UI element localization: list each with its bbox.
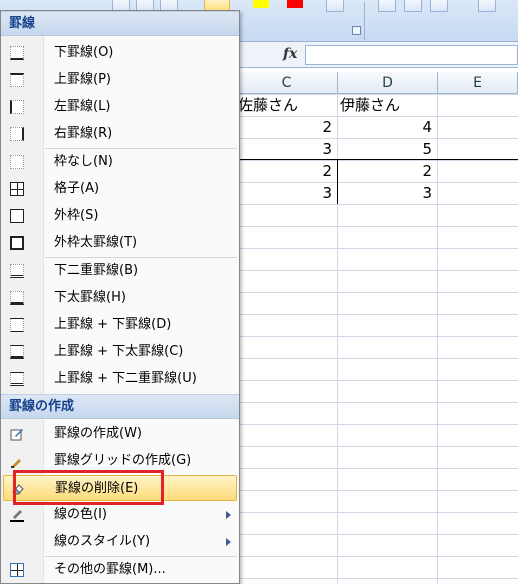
menu-item-label: 下罫線(O) [54,45,114,60]
cell-c5[interactable]: 3 [236,182,338,204]
menu-item-label: 下太罫線(H) [54,290,126,305]
menu-item-more-borders[interactable]: その他の罫線(M)... [3,557,237,583]
cell-d1[interactable]: 伊藤さん [338,94,438,116]
menu-item-thick-bottom-border[interactable]: 下太罫線(H) [3,285,237,311]
top-double-bottom-border-icon [10,372,24,386]
insert-function-icon[interactable]: fx [283,46,297,62]
top-thick-bottom-border-icon [10,345,24,359]
menu-item-outside-borders[interactable]: 外枠(S) [3,203,237,229]
border-top-icon [10,73,24,87]
menu-item-label: 上罫線(P) [54,72,111,87]
border-left-icon [10,100,24,114]
cell-d3[interactable]: 5 [338,138,438,160]
thick-bottom-border-icon [10,291,24,305]
menu-item-bottom-double-border[interactable]: 下二重罫線(B) [3,258,237,284]
menu-item-label: 格子(A) [54,181,100,196]
menu-item-label: 上罫線 + 下太罫線(C) [54,344,184,359]
menu-item-top-bottom-border[interactable]: 上罫線 + 下罫線(D) [3,312,237,338]
column-header-c[interactable]: C [236,72,338,94]
cell-c3[interactable]: 3 [236,138,338,160]
menu-item-label: 枠なし(N) [54,154,113,169]
menu-item-bottom-border[interactable]: 下罫線(O) [3,40,237,66]
draw-border-icon [10,427,24,441]
cell-d4[interactable]: 2 [338,160,438,182]
border-bottom-icon [10,46,24,60]
menu-item-top-double-bottom-border[interactable]: 上罫線 + 下二重罫線(U) [3,366,237,392]
menu-item-line-color[interactable]: 線の色(I) [3,502,237,528]
cell-d5[interactable]: 3 [338,182,438,204]
menu-item-label: 上罫線 + 下二重罫線(U) [54,371,197,386]
menu-item-thick-box-border[interactable]: 外枠太罫線(T) [3,230,237,256]
menu-section-draw-borders: 罫線の作成 [1,394,239,419]
menu-item-label: 罫線の作成(W) [54,426,142,441]
line-style-icon [10,535,24,549]
font-color-swatch[interactable] [287,0,303,8]
thick-box-border-icon [10,236,24,250]
submenu-arrow-icon [226,511,231,519]
all-borders-icon [10,182,24,196]
menu-item-right-border[interactable]: 右罫線(R) [3,121,237,147]
top-bottom-border-icon [10,318,24,332]
menu-item-label: 上罫線 + 下罫線(D) [54,317,172,332]
align-middle-button[interactable] [404,0,422,12]
menu-item-draw-border[interactable]: 罫線の作成(W) [3,421,237,447]
menu-item-label: その他の罫線(M)... [54,562,166,577]
ribbon-separator [364,2,365,40]
cell-d2[interactable]: 4 [338,116,438,138]
menu-item-label: 外枠(S) [54,208,99,223]
menu-item-label: 下二重罫線(B) [54,263,139,278]
menu-section-borders: 罫線 [1,11,239,36]
menu-item-top-border[interactable]: 上罫線(P) [3,67,237,93]
border-right-icon [10,127,24,141]
menu-item-no-border[interactable]: 枠なし(N) [3,149,237,175]
menu-item-label: 線の色(I) [54,507,107,522]
cell-border-line [236,159,518,160]
no-border-icon [10,155,24,169]
more-borders-icon [10,563,24,577]
bottom-double-border-icon [10,264,24,278]
align-bottom-button[interactable] [430,0,448,12]
menu-item-label: 左罫線(L) [54,99,111,114]
draw-border-grid-icon [10,454,24,468]
column-header-d[interactable]: D [338,72,438,94]
increase-font-button[interactable] [326,0,344,12]
column-header-e[interactable]: E [438,72,518,94]
menu-item-top-thick-bottom-border[interactable]: 上罫線 + 下太罫線(C) [3,339,237,365]
submenu-arrow-icon [226,538,231,546]
menu-item-line-style[interactable]: 線のスタイル(Y) [3,529,237,555]
fill-color-swatch[interactable] [253,0,269,8]
formula-input[interactable] [305,45,518,65]
menu-item-left-border[interactable]: 左罫線(L) [3,94,237,120]
highlight-annotation-box [13,470,164,505]
cell-c4[interactable]: 2 [236,160,338,182]
line-color-icon [10,508,24,522]
menu-item-all-borders[interactable]: 格子(A) [3,176,237,202]
dialog-launcher-icon[interactable] [352,26,361,35]
align-right-button[interactable] [478,0,496,12]
outside-borders-icon [10,209,24,223]
menu-item-label: 右罫線(R) [54,126,113,141]
menu-item-label: 外枠太罫線(T) [54,235,138,250]
cell-c2[interactable]: 2 [236,116,338,138]
cell-border-line [337,160,338,204]
cell-c1[interactable]: 佐藤さん [236,94,338,116]
align-top-button[interactable] [378,0,396,12]
menu-item-label: 線のスタイル(Y) [54,534,151,549]
